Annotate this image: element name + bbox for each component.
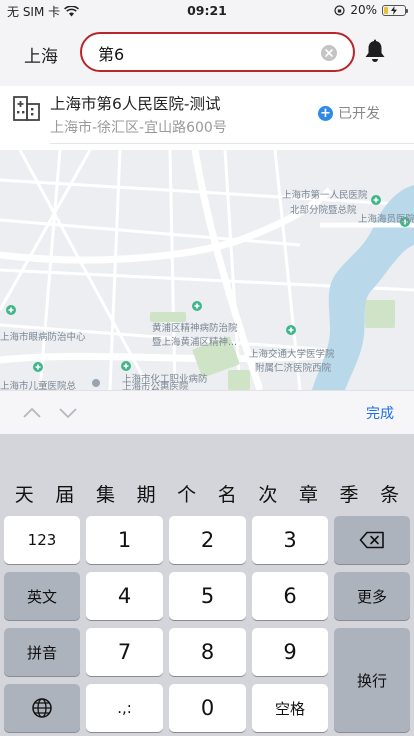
key-newline[interactable]: 换行 xyxy=(334,628,410,732)
key-2[interactable]: 2 xyxy=(169,516,246,564)
keyboard-toolbar: 完成 xyxy=(0,390,414,434)
hospital-building-icon xyxy=(13,96,40,121)
search-result-item[interactable]: 上海市第6人民医院-测试 上海市-徐汇区-宜山路600号 + 已开发 xyxy=(0,86,414,144)
key-delete[interactable] xyxy=(334,516,410,564)
key-english[interactable]: 英文 xyxy=(4,572,80,620)
map-label: 上海海员医院 xyxy=(358,213,414,225)
notification-button[interactable] xyxy=(362,39,388,65)
done-button[interactable]: 完成 xyxy=(366,403,394,423)
key-space[interactable]: 空格 xyxy=(252,684,328,732)
charging-icon xyxy=(391,5,397,15)
candidate-word[interactable]: 次 xyxy=(249,480,287,510)
candidate-word[interactable]: 章 xyxy=(289,480,327,510)
map-label: 附属仁济医院西院 xyxy=(255,362,332,374)
result-status: + 已开发 xyxy=(318,103,380,123)
chevron-down-icon[interactable] xyxy=(58,403,78,423)
bell-icon xyxy=(365,39,385,62)
candidate-word[interactable]: 期 xyxy=(127,480,165,510)
chevron-up-icon[interactable] xyxy=(22,403,42,423)
key-3[interactable]: 3 xyxy=(252,516,328,564)
key-6[interactable]: 6 xyxy=(252,572,328,620)
key-9[interactable]: 9 xyxy=(252,628,328,676)
candidate-word[interactable]: 名 xyxy=(208,480,246,510)
plus-circle-icon: + xyxy=(318,105,333,121)
candidate-word[interactable]: 集 xyxy=(86,480,124,510)
keyboard: 天 届 集 期 个 名 次 章 季 条 123 1 2 3 英文 4 5 6 更… xyxy=(0,434,414,736)
candidate-word[interactable]: 季 xyxy=(330,480,368,510)
candidate-word[interactable]: 天 xyxy=(5,480,43,510)
search-box[interactable] xyxy=(80,32,355,72)
result-divider xyxy=(50,143,414,144)
key-4[interactable]: 4 xyxy=(86,572,163,620)
map-label: 北部分院暨总院 xyxy=(290,204,357,216)
status-right: 20% xyxy=(334,3,408,17)
key-123[interactable]: 123 xyxy=(4,516,80,564)
result-status-label: 已开发 xyxy=(338,106,380,122)
clear-search-button[interactable] xyxy=(321,45,337,61)
globe-icon xyxy=(32,698,52,718)
key-5[interactable]: 5 xyxy=(169,572,246,620)
map-view[interactable]: 上海市第一人民医院 北部分院暨总院 上海海员医院 上海市眼病防治中心 黄浦区精神… xyxy=(0,150,414,390)
battery-icon xyxy=(382,4,408,16)
key-globe[interactable] xyxy=(4,684,80,732)
map-label: 上海交通大学医学院 xyxy=(249,348,335,360)
status-bar: 无 SIM 卡 09:21 20% xyxy=(0,0,414,20)
battery-percent: 20% xyxy=(350,3,377,17)
backspace-icon xyxy=(359,531,384,549)
map-label: 上海市公惠医院 xyxy=(122,381,189,390)
result-title: 上海市第6人民医院-测试 xyxy=(50,95,221,113)
candidate-word[interactable]: 条 xyxy=(371,480,409,510)
key-pinyin[interactable]: 拼音 xyxy=(4,628,80,676)
map-label: 黄浦区精神病防治院 xyxy=(152,322,238,334)
search-input[interactable] xyxy=(98,42,318,64)
map-label: 暨上海黄浦区精神... xyxy=(152,336,237,348)
map-canvas: 上海市第一人民医院 北部分院暨总院 上海海员医院 上海市眼病防治中心 黄浦区精神… xyxy=(0,150,414,390)
candidate-bar: 天 届 集 期 个 名 次 章 季 条 xyxy=(0,480,414,510)
orientation-lock-icon xyxy=(334,4,345,16)
candidate-word[interactable]: 个 xyxy=(168,480,206,510)
key-1[interactable]: 1 xyxy=(86,516,163,564)
close-icon xyxy=(325,49,333,57)
search-header: 上海 xyxy=(0,20,414,86)
battery-fill xyxy=(384,6,388,14)
map-label: 上海市第一人民医院 xyxy=(282,189,368,201)
city-selector[interactable]: 上海 xyxy=(24,42,58,67)
map-label: 上海市儿童医院总 xyxy=(0,380,77,390)
key-more[interactable]: 更多 xyxy=(334,572,410,620)
result-address: 上海市-徐汇区-宜山路600号 xyxy=(50,120,227,136)
key-7[interactable]: 7 xyxy=(86,628,163,676)
key-0[interactable]: 0 xyxy=(169,684,246,732)
candidate-word[interactable]: 届 xyxy=(46,480,84,510)
key-punctuation[interactable]: .,: xyxy=(86,684,163,732)
key-8[interactable]: 8 xyxy=(169,628,246,676)
map-label: 上海市眼病防治中心 xyxy=(0,331,86,343)
